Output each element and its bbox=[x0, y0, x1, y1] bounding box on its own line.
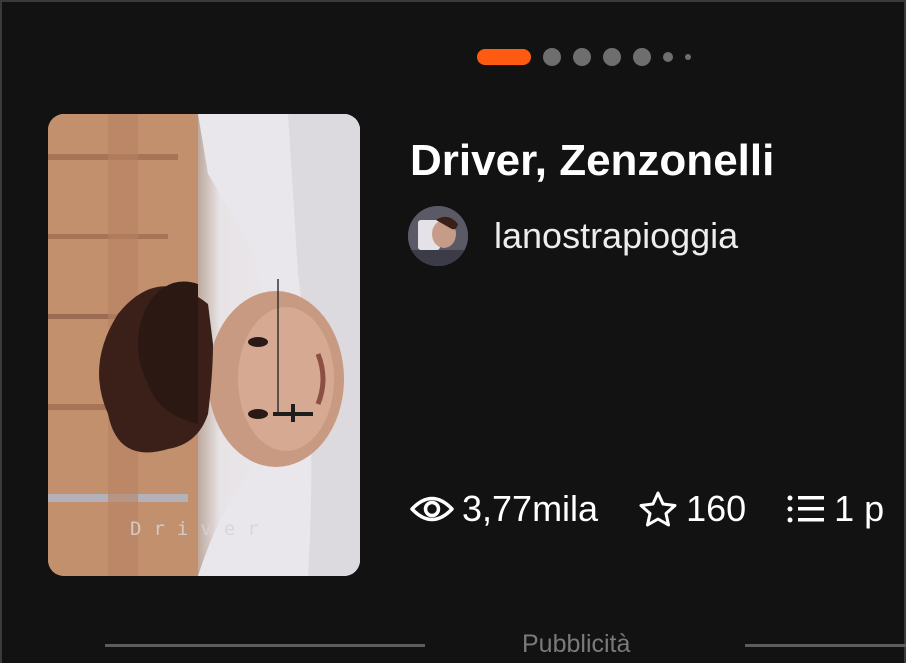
carousel-dot[interactable] bbox=[633, 48, 651, 66]
carousel-indicator[interactable] bbox=[477, 48, 691, 66]
carousel-dot[interactable] bbox=[543, 48, 561, 66]
author-username[interactable]: lanostrapioggia bbox=[494, 215, 738, 257]
eye-icon bbox=[410, 496, 454, 522]
story-cover[interactable]: Driver bbox=[48, 114, 360, 576]
author-avatar[interactable] bbox=[408, 206, 468, 266]
cover-illustration bbox=[48, 114, 360, 576]
author-row[interactable]: lanostrapioggia bbox=[408, 206, 738, 266]
ad-divider-line-right bbox=[745, 644, 906, 647]
ad-divider: Pubblicità bbox=[0, 628, 906, 663]
reads-stat: 3,77mila bbox=[410, 488, 598, 530]
ad-label: Pubblicità bbox=[522, 630, 631, 658]
story-title[interactable]: Driver, Zenzonelli bbox=[410, 136, 774, 186]
carousel-dot[interactable] bbox=[663, 52, 673, 62]
list-icon bbox=[787, 495, 825, 523]
votes-count: 160 bbox=[686, 488, 747, 529]
story-stats: 3,77mila 160 1 p bbox=[410, 488, 906, 530]
carousel-dot[interactable] bbox=[573, 48, 591, 66]
carousel-dot-active[interactable] bbox=[477, 49, 531, 65]
ad-divider-line-left bbox=[105, 644, 425, 647]
cover-title-text: Driver bbox=[130, 518, 271, 540]
carousel-dot[interactable] bbox=[685, 54, 691, 60]
parts-stat: 1 p bbox=[786, 488, 884, 530]
carousel-dot[interactable] bbox=[603, 48, 621, 66]
star-icon bbox=[639, 491, 677, 527]
parts-count: 1 p bbox=[834, 488, 885, 529]
reads-count: 3,77mila bbox=[462, 488, 599, 529]
votes-stat: 160 bbox=[638, 488, 746, 530]
